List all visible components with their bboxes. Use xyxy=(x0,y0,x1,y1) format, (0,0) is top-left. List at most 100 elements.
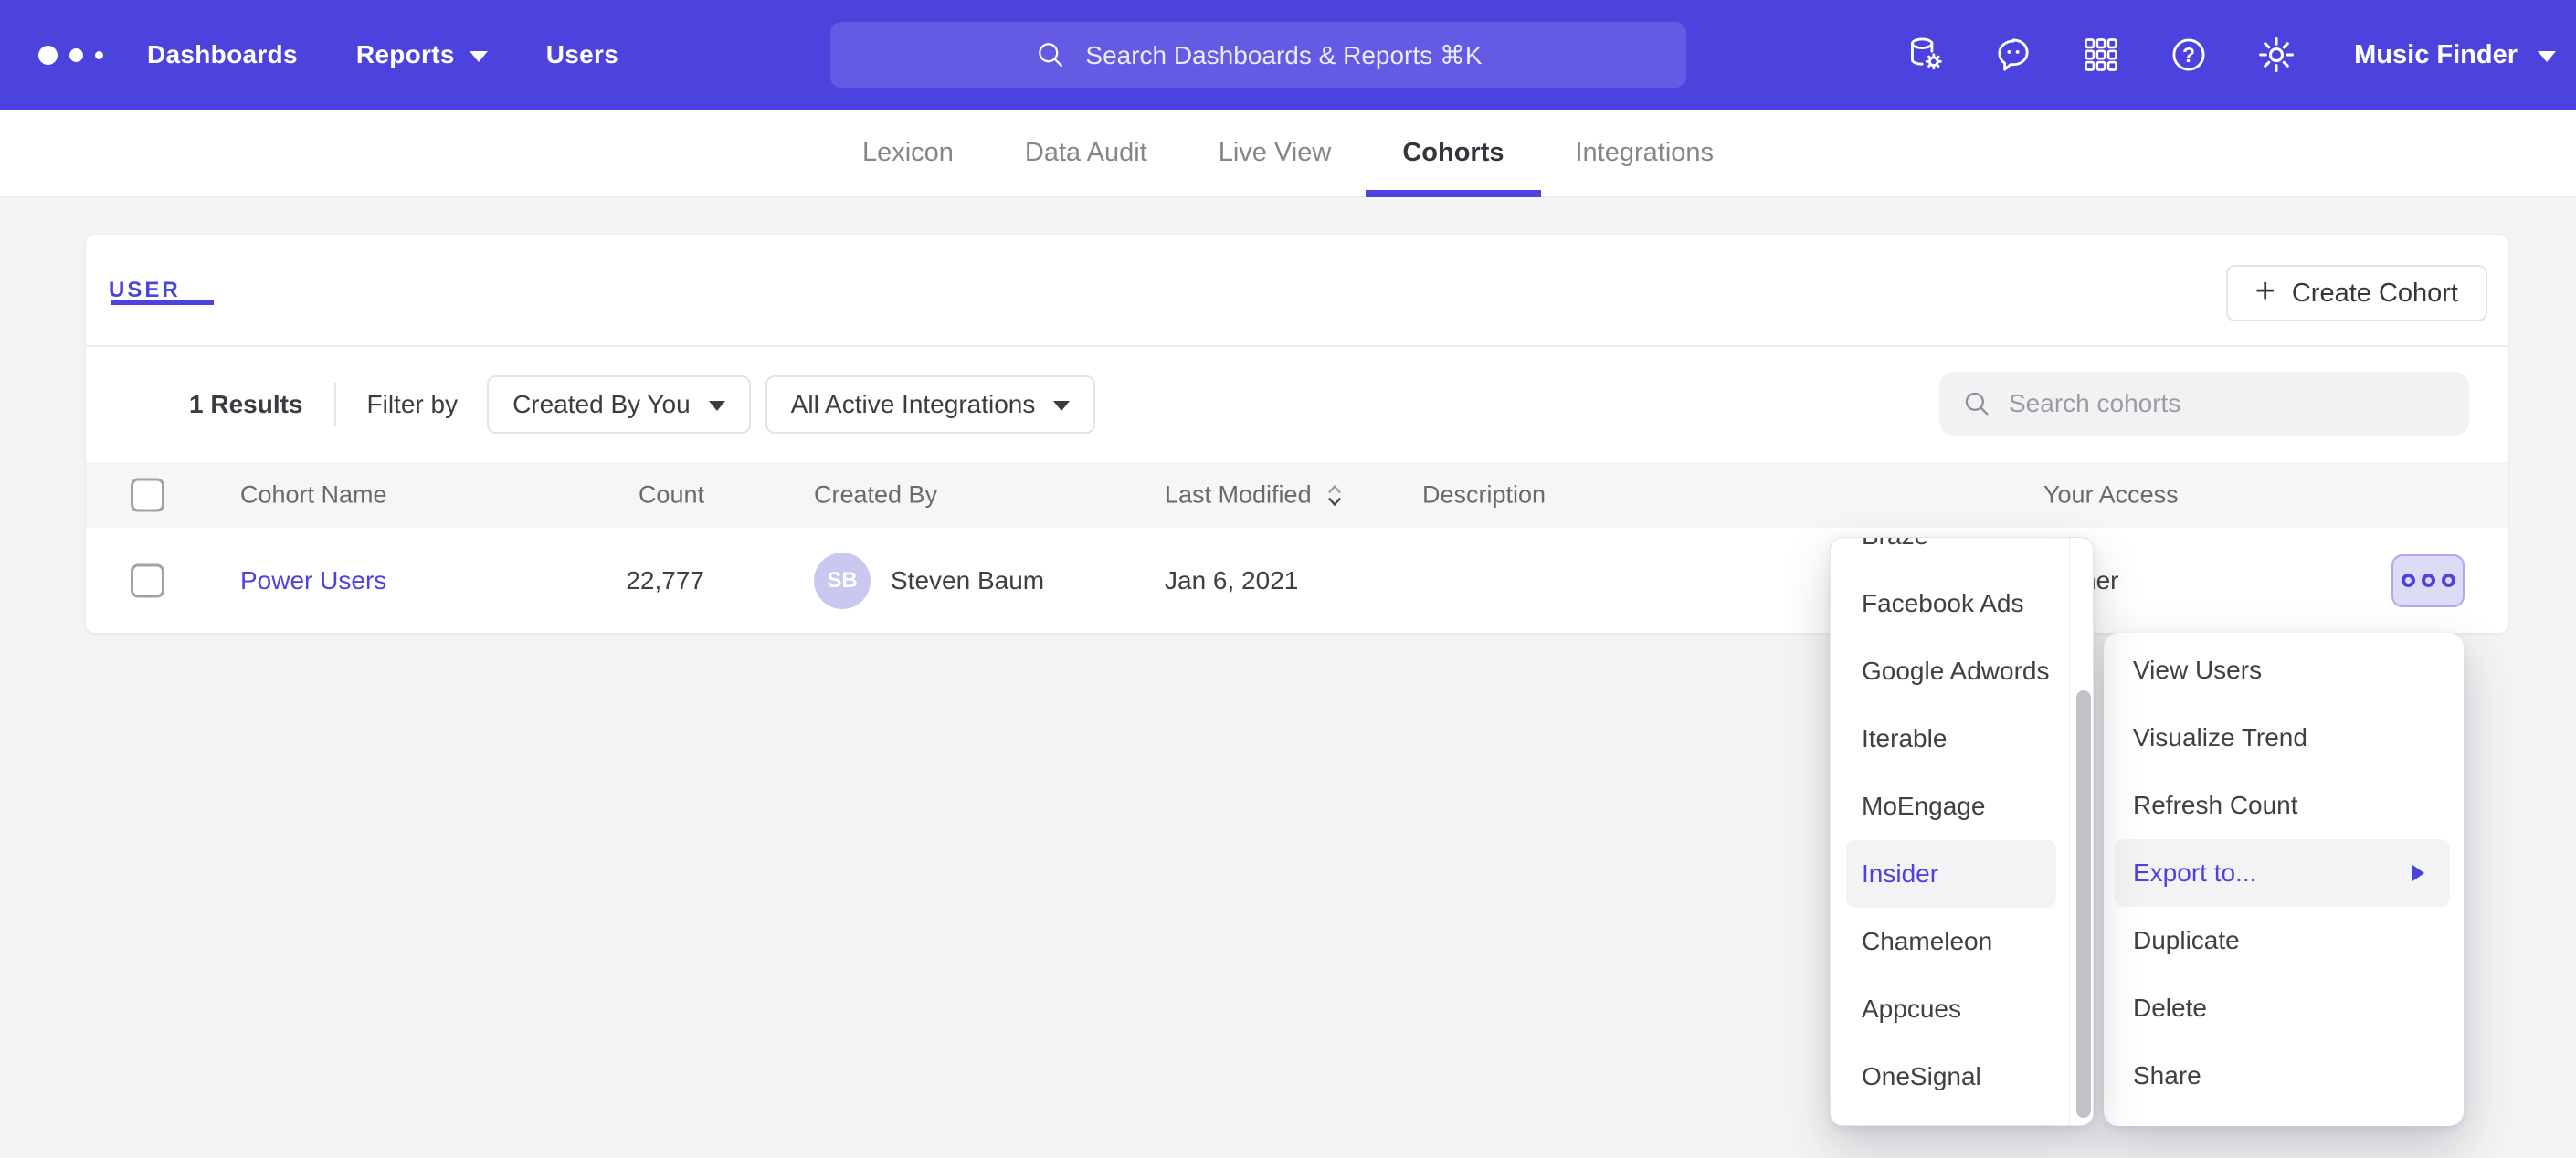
export-destination-list: Braze Facebook Ads Google Adwords Iterab… xyxy=(1831,537,2070,1111)
divider xyxy=(334,383,336,426)
submenu-item-google-adwords[interactable]: Google Adwords xyxy=(1831,637,2070,705)
submenu-item-chameleon[interactable]: Chameleon xyxy=(1831,908,2070,975)
tab-integrations[interactable]: Integrations xyxy=(1576,110,1715,197)
avatar: SB xyxy=(814,553,871,609)
nav-item-reports[interactable]: Reports xyxy=(356,40,488,69)
export-destination-submenu: Braze Facebook Ads Google Adwords Iterab… xyxy=(1830,537,2094,1126)
active-tab-underline xyxy=(1366,190,1540,197)
menu-item-visualize-trend[interactable]: Visualize Trend xyxy=(2104,704,2464,772)
tab-user-cohorts[interactable]: USER xyxy=(109,278,181,303)
menu-item-share[interactable]: Share xyxy=(2104,1042,2464,1110)
submenu-item-braze[interactable]: Braze xyxy=(1831,537,2070,570)
nav-item-reports-label: Reports xyxy=(356,40,455,69)
global-search-placeholder: Search Dashboards & Reports ⌘K xyxy=(1085,40,1482,70)
submenu-arrow-icon xyxy=(2412,865,2424,881)
project-switcher[interactable]: Music Finder xyxy=(2354,40,2556,70)
logo-dot-2 xyxy=(69,48,83,62)
menu-item-refresh-count[interactable]: Refresh Count xyxy=(2104,772,2464,839)
header-description[interactable]: Description xyxy=(1422,481,1546,510)
menu-item-duplicate[interactable]: Duplicate xyxy=(2104,907,2464,974)
tab-live-view[interactable]: Live View xyxy=(1219,110,1332,197)
data-management-icon[interactable] xyxy=(1905,34,1947,76)
search-icon xyxy=(1961,388,1992,419)
table-row: Power Users 22,777 SB Steven Baum Jan 6,… xyxy=(86,528,2508,633)
menu-item-delete[interactable]: Delete xyxy=(2104,974,2464,1042)
sort-icon xyxy=(1325,481,1345,509)
submenu-item-insider[interactable]: Insider xyxy=(1846,840,2056,908)
created-by-dropdown-label: Created By You xyxy=(512,390,691,419)
nav-item-users[interactable]: Users xyxy=(546,40,618,69)
row-actions-menu: View Users Visualize Trend Refresh Count… xyxy=(2104,633,2464,1126)
cohort-search-input[interactable] xyxy=(2009,389,2411,418)
header-your-access[interactable]: Your Access xyxy=(2043,481,2179,510)
settings-gear-icon[interactable] xyxy=(2255,34,2297,76)
cohorts-table-header: Cohort Name Count Created By Last Modifi… xyxy=(86,462,2508,528)
header-cohort-name[interactable]: Cohort Name xyxy=(240,481,387,510)
ellipsis-ring-icon xyxy=(2402,574,2415,587)
cohort-count: 22,777 xyxy=(626,566,704,595)
tab-user-cohorts-label: USER xyxy=(109,278,181,302)
help-icon[interactable]: ? xyxy=(2168,34,2210,76)
svg-text:?: ? xyxy=(2182,43,2195,67)
chevron-down-icon xyxy=(709,401,725,411)
cohort-search-field[interactable] xyxy=(1939,372,2469,436)
create-cohort-button[interactable]: + Create Cohort xyxy=(2226,265,2487,321)
mixpanel-logo-icon[interactable] xyxy=(38,46,103,65)
header-count[interactable]: Count xyxy=(639,481,704,510)
data-management-tabbar: Lexicon Data Audit Live View Cohorts Int… xyxy=(0,110,2576,197)
logo-dot-1 xyxy=(38,46,58,65)
menu-item-export-to[interactable]: Export to... xyxy=(2115,839,2450,907)
submenu-item-moengage[interactable]: MoEngage xyxy=(1831,773,2070,840)
top-navigation-bar: Dashboards Reports Users Search Dashboar… xyxy=(0,0,2576,110)
header-created-by[interactable]: Created By xyxy=(814,481,937,510)
filter-row: 1 Results Filter by Created By You All A… xyxy=(189,347,1110,462)
menu-item-export-to-label: Export to... xyxy=(2133,858,2256,888)
chevron-down-icon xyxy=(1053,401,1070,411)
results-count: 1 Results xyxy=(189,390,303,419)
cohort-name-link[interactable]: Power Users xyxy=(240,566,386,595)
global-search-button[interactable]: Search Dashboards & Reports ⌘K xyxy=(830,22,1686,88)
primary-nav: Dashboards Reports Users xyxy=(147,40,618,69)
nav-item-users-label: Users xyxy=(546,40,618,69)
ellipsis-ring-icon xyxy=(2422,574,2435,587)
topnav-right-cluster: ? Music Finder xyxy=(1905,0,2556,110)
user-tab-underline xyxy=(111,300,214,305)
search-icon xyxy=(1034,38,1067,71)
tab-data-audit-label: Data Audit xyxy=(1025,138,1147,168)
created-by-dropdown[interactable]: Created By You xyxy=(487,375,751,434)
tab-live-view-label: Live View xyxy=(1219,138,1332,168)
cohorts-panel-header: USER + Create Cohort xyxy=(86,235,2508,347)
tab-cohorts-label: Cohorts xyxy=(1402,138,1504,168)
plus-icon: + xyxy=(2255,274,2275,309)
integrations-filter-dropdown-label: All Active Integrations xyxy=(791,390,1036,419)
logo-dot-3 xyxy=(95,51,103,59)
submenu-item-iterable[interactable]: Iterable xyxy=(1831,705,2070,773)
tab-lexicon-label: Lexicon xyxy=(862,138,954,168)
nav-item-dashboards-label: Dashboards xyxy=(147,40,298,69)
chevron-down-icon xyxy=(470,51,488,62)
submenu-item-appcues[interactable]: Appcues xyxy=(1831,975,2070,1043)
header-last-modified[interactable]: Last Modified xyxy=(1165,481,1345,510)
tab-cohorts[interactable]: Cohorts xyxy=(1402,110,1504,197)
filter-by-label: Filter by xyxy=(367,390,459,419)
last-modified-cell: Jan 6, 2021 xyxy=(1165,566,1298,595)
row-actions-button[interactable] xyxy=(2391,554,2465,607)
whats-new-icon[interactable] xyxy=(1992,34,2034,76)
select-all-checkbox[interactable] xyxy=(131,479,164,512)
nav-item-dashboards[interactable]: Dashboards xyxy=(147,40,298,69)
tab-lexicon[interactable]: Lexicon xyxy=(862,110,954,197)
create-cohort-label: Create Cohort xyxy=(2292,279,2458,309)
row-checkbox[interactable] xyxy=(131,563,164,597)
cohorts-panel: USER + Create Cohort 1 Results Filter by… xyxy=(86,235,2508,633)
ellipsis-ring-icon xyxy=(2442,574,2455,587)
created-by-name: Steven Baum xyxy=(891,566,1044,595)
submenu-item-facebook-ads[interactable]: Facebook Ads xyxy=(1831,570,2070,637)
chevron-down-icon xyxy=(2538,51,2556,62)
tab-data-audit[interactable]: Data Audit xyxy=(1025,110,1147,197)
submenu-item-onesignal[interactable]: OneSignal xyxy=(1831,1043,2070,1111)
created-by-cell: SB Steven Baum xyxy=(814,553,1044,609)
menu-item-view-users[interactable]: View Users xyxy=(2104,637,2464,704)
apps-grid-icon[interactable] xyxy=(2080,34,2122,76)
submenu-scrollbar-thumb[interactable] xyxy=(2076,690,2091,1118)
integrations-filter-dropdown[interactable]: All Active Integrations xyxy=(765,375,1096,434)
